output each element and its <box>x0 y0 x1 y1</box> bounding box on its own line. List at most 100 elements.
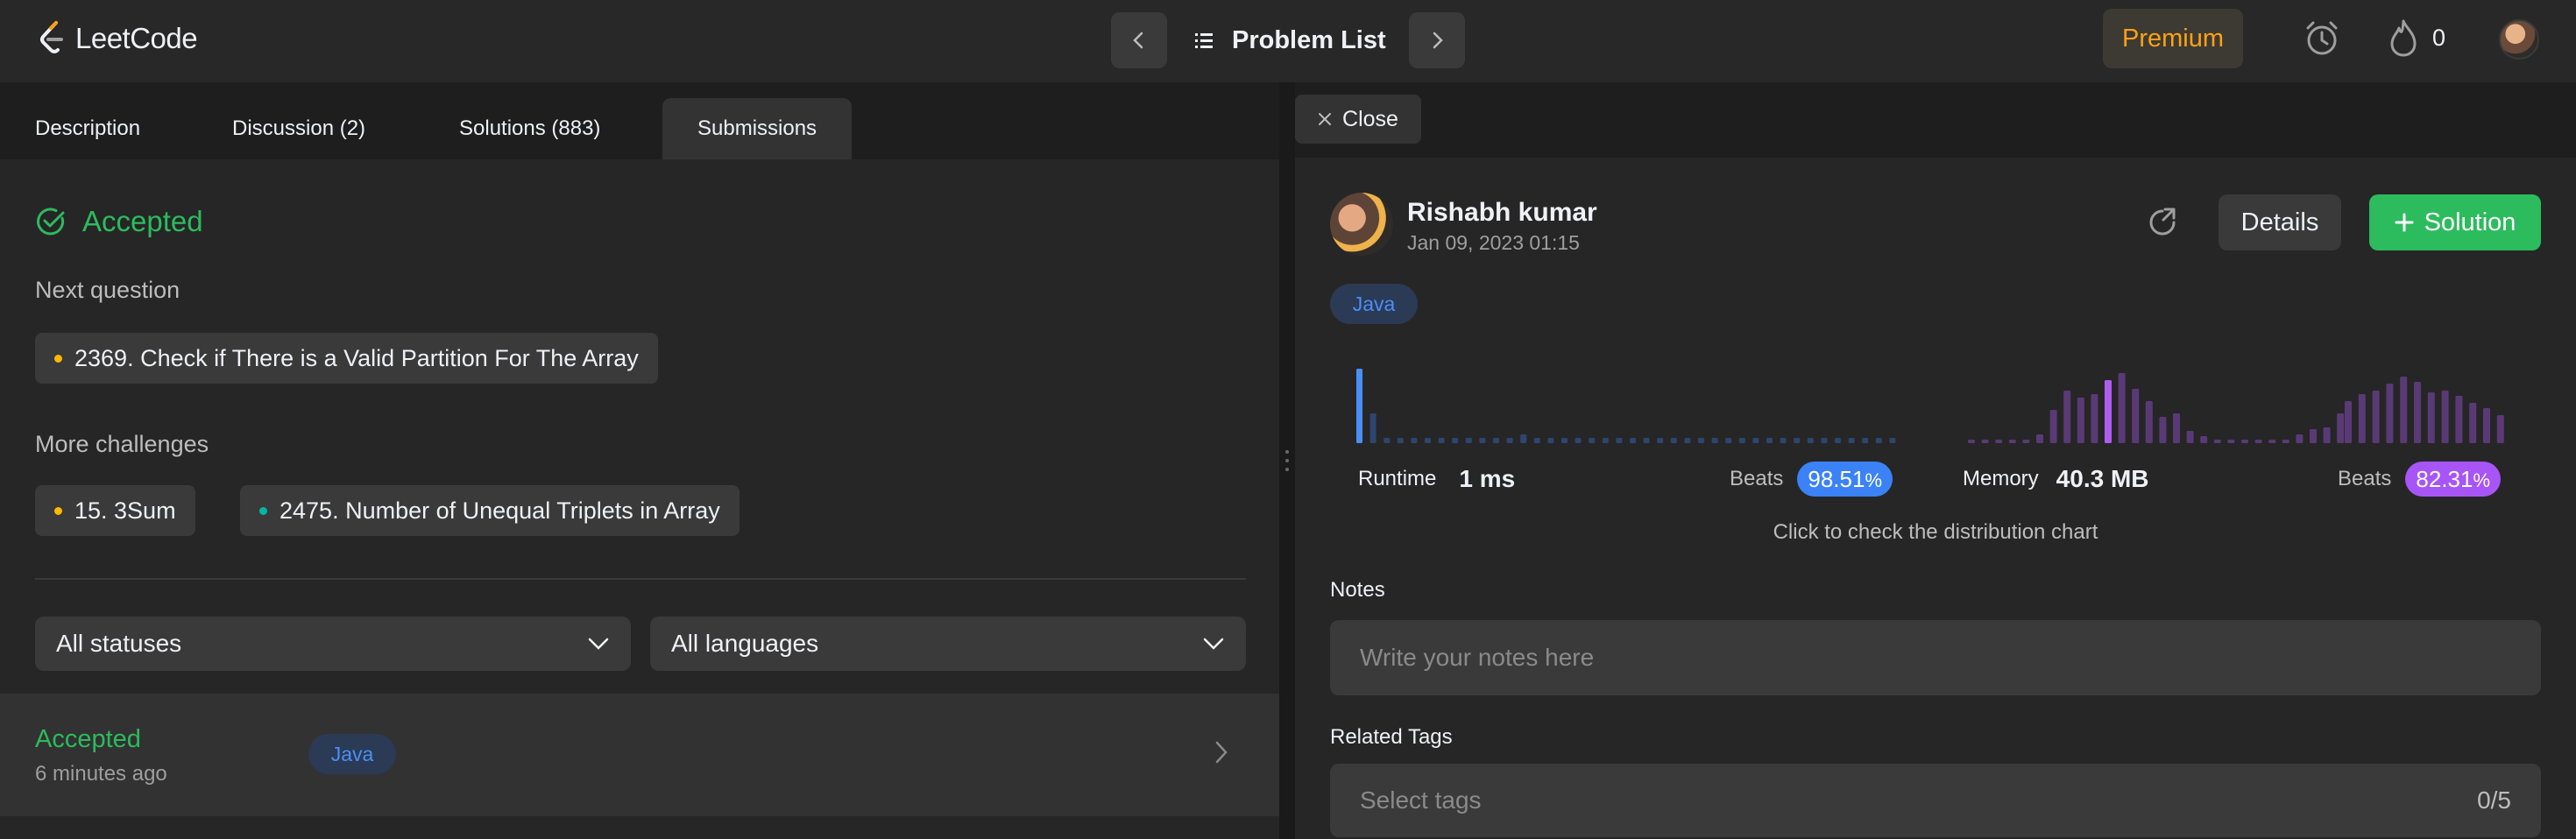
memory-distribution-bar <box>2296 434 2304 443</box>
divider <box>35 578 1246 580</box>
user-name[interactable]: Rishabh kumar <box>1407 198 1597 228</box>
runtime-beats: Beats 98.51% <box>1730 461 1893 497</box>
chevron-left-icon <box>1133 32 1143 49</box>
runtime-distribution-bar <box>1397 438 1404 443</box>
runtime-distribution-bar <box>1356 369 1362 443</box>
tags-count: 0/5 <box>2477 786 2511 814</box>
status-filter-dropdown[interactable]: All statuses <box>35 617 631 671</box>
memory-distribution-bar <box>2358 394 2366 443</box>
memory-distribution-bar <box>2008 440 2016 443</box>
runtime-distribution-bar <box>1411 438 1418 443</box>
distribution-chart-hint[interactable]: Click to check the distribution chart <box>1295 520 2576 545</box>
memory-distribution-bar <box>2049 410 2057 443</box>
challenge-title: 15. 3Sum <box>74 497 176 524</box>
related-tags-label: Related Tags <box>1330 725 1453 749</box>
chevron-right-icon <box>1215 741 1228 764</box>
runtime-distribution-bar <box>1752 438 1759 443</box>
language-filter-dropdown[interactable]: All languages <box>650 617 1246 671</box>
runtime-distribution-bar <box>1848 438 1855 443</box>
memory-distribution-bar <box>2427 392 2435 443</box>
previous-problem-button[interactable] <box>1111 12 1167 68</box>
memory-distribution-bar <box>2372 391 2380 443</box>
runtime-distribution-bar <box>1533 438 1540 443</box>
language-badge: Java <box>308 734 396 774</box>
chevron-down-icon <box>1203 638 1224 650</box>
next-problem-button[interactable] <box>1409 12 1465 68</box>
chevron-right-icon <box>1433 32 1443 49</box>
memory-distribution-bar <box>2105 380 2112 443</box>
notes-label: Notes <box>1330 578 1385 602</box>
memory-distribution-bar <box>1995 440 2003 443</box>
submission-row[interactable]: Accepted 6 minutes ago Java <box>0 694 1279 816</box>
alarm-clock-icon[interactable] <box>2303 19 2341 58</box>
premium-label: Premium <box>2121 24 2224 53</box>
plus-icon <box>2395 213 2414 232</box>
submission-time: 6 minutes ago <box>35 762 167 786</box>
memory-distribution-bar <box>2200 436 2208 443</box>
streak-count: 0 <box>2432 25 2446 51</box>
language-tag: Java <box>1330 284 1418 324</box>
memory-distribution-bar <box>2337 413 2345 443</box>
leetcode-logo[interactable]: LeetCode <box>37 18 198 60</box>
profile-avatar[interactable] <box>2499 19 2539 60</box>
right-panel-tabs <box>1295 82 2576 158</box>
percent-unit: % <box>1865 469 1883 491</box>
panel-resize-handle[interactable] <box>1279 82 1295 839</box>
problem-list-button[interactable]: Problem List <box>1195 12 1386 68</box>
memory-beats: Beats 82.31% <box>2338 461 2502 497</box>
runtime-distribution-bar <box>1547 438 1554 443</box>
submission-date: Jan 09, 2023 01:15 <box>1407 231 1580 254</box>
runtime-distribution-bar <box>1821 438 1828 443</box>
memory-distribution-bar <box>2036 434 2043 443</box>
memory-distribution-bar <box>2063 391 2071 443</box>
left-panel: Description Discussion (2) Solutions (88… <box>0 82 1279 839</box>
runtime-distribution-chart[interactable] <box>1356 357 1917 454</box>
logo-text: LeetCode <box>75 22 198 54</box>
runtime-beats-badge: 98.51% <box>1797 462 1893 497</box>
memory-value: 40.3 MB <box>2056 465 2149 492</box>
memory-distribution-bar <box>2077 398 2084 443</box>
runtime-distribution-bar <box>1780 438 1787 443</box>
share-icon[interactable] <box>2145 205 2180 240</box>
tab-discussion[interactable]: Discussion (2) <box>232 98 365 159</box>
challenge-chip[interactable]: 15. 3Sum <box>35 485 195 536</box>
notes-input[interactable] <box>1330 620 2541 695</box>
memory-distribution-bar <box>2469 403 2477 443</box>
difficulty-dot-easy <box>259 506 267 515</box>
memory-distribution-bar <box>2145 401 2153 443</box>
runtime-distribution-bar <box>1670 438 1677 443</box>
runtime-distribution-bar <box>1711 438 1718 443</box>
user-avatar[interactable] <box>1330 193 1393 256</box>
memory-distribution-bar <box>2132 389 2140 443</box>
related-tags-select[interactable]: Select tags 0/5 <box>1330 764 2541 837</box>
tab-submissions[interactable]: Submissions <box>662 98 853 159</box>
flame-icon <box>2390 19 2417 57</box>
memory-distribution-chart[interactable] <box>1968 357 2511 454</box>
runtime-distribution-bar <box>1575 438 1582 443</box>
runtime-distribution-bar <box>1698 438 1704 443</box>
memory-distribution-bar <box>2386 384 2394 443</box>
next-question-title: 2369. Check if There is a Valid Partitio… <box>74 344 639 371</box>
beats-label: Beats <box>1730 467 1784 490</box>
language-filter-value: All languages <box>671 630 819 657</box>
tab-solutions[interactable]: Solutions (883) <box>459 98 600 159</box>
tab-description[interactable]: Description <box>35 98 140 159</box>
memory-label: Memory <box>1963 467 2039 490</box>
memory-beats-badge: 82.31% <box>2405 462 2502 497</box>
challenge-chip[interactable]: 2475. Number of Unequal Triplets in Arra… <box>240 485 740 536</box>
next-question-chip[interactable]: 2369. Check if There is a Valid Partitio… <box>35 333 658 384</box>
drag-handle-icon <box>1285 450 1289 471</box>
close-button[interactable]: Close <box>1295 95 1421 144</box>
submission-detail-panel: Rishabh kumar Jan 09, 2023 01:15 Details… <box>1295 158 2576 839</box>
runtime-value: 1 ms <box>1459 465 1516 492</box>
memory-distribution-bar <box>2213 440 2221 443</box>
difficulty-dot-medium <box>54 354 62 363</box>
runtime-distribution-bar <box>1602 438 1609 443</box>
runtime-distribution-bar <box>1794 438 1801 443</box>
beats-label: Beats <box>2338 467 2392 490</box>
runtime-distribution-bar <box>1493 438 1499 443</box>
details-button[interactable]: Details <box>2219 194 2341 250</box>
post-solution-button[interactable]: Solution <box>2369 194 2541 250</box>
premium-button[interactable]: Premium <box>2103 9 2243 68</box>
runtime-distribution-bar <box>1616 438 1623 443</box>
